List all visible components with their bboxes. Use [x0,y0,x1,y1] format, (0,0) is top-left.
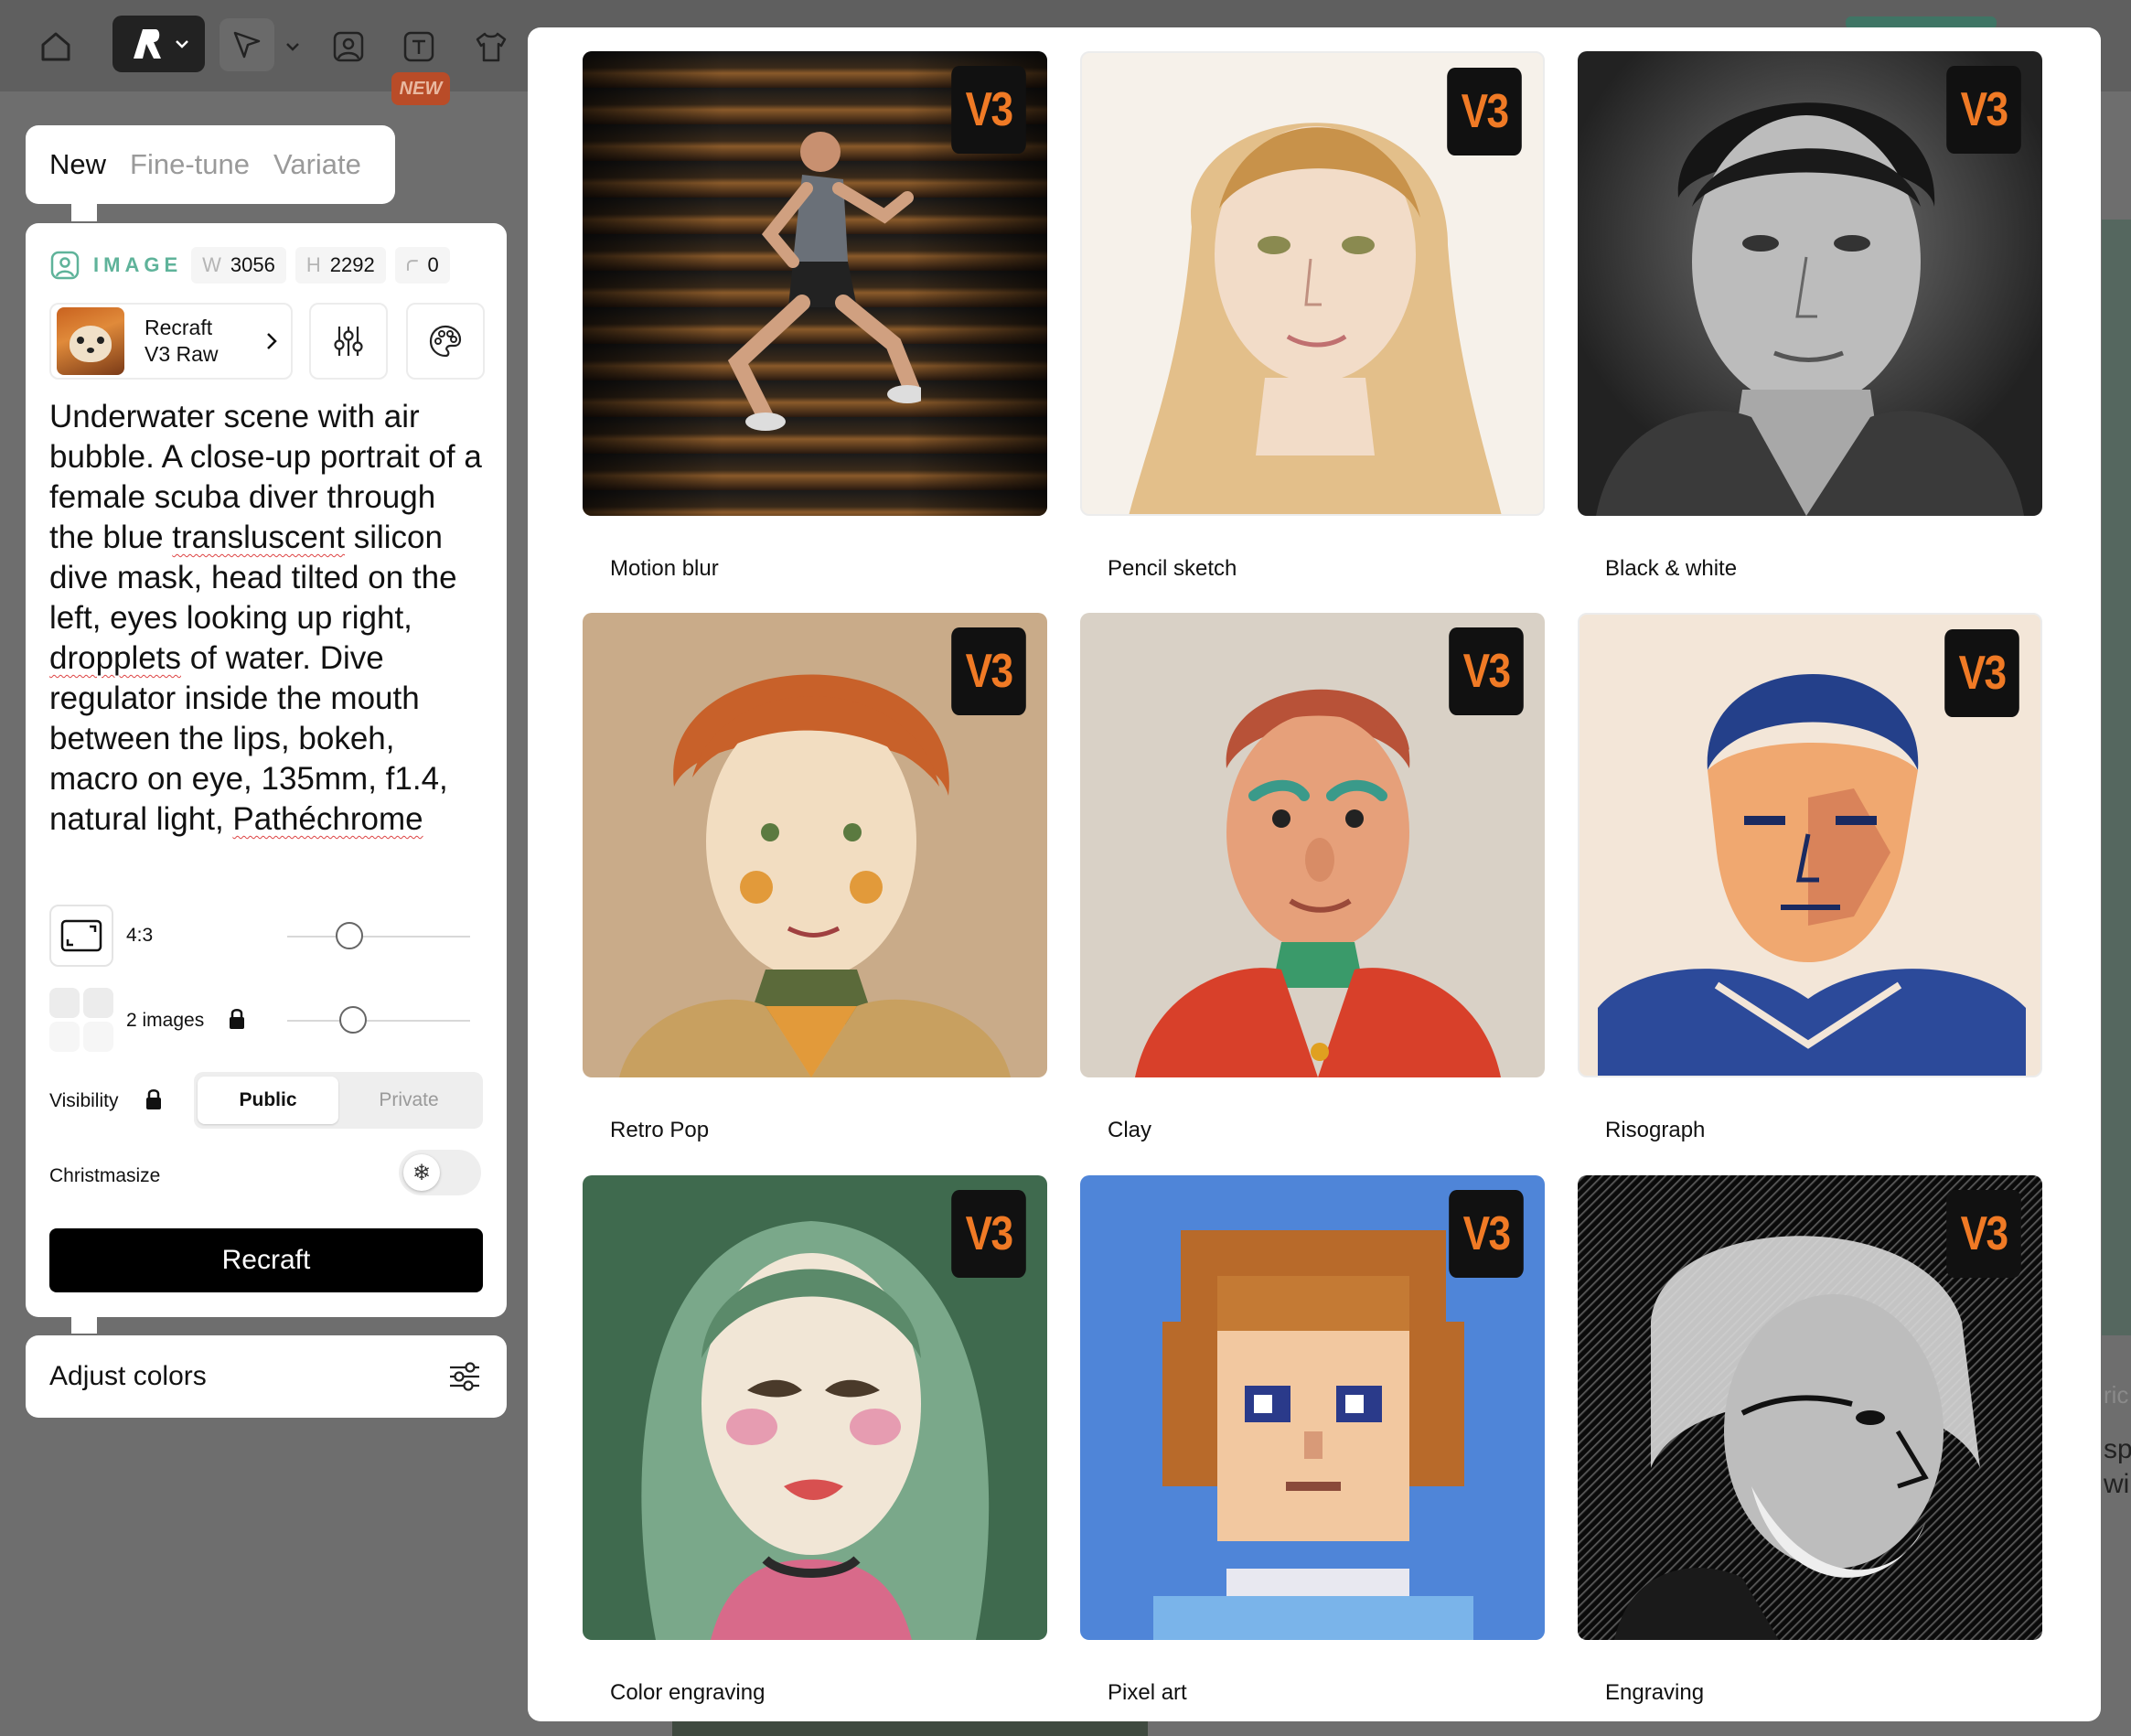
height-value: 2292 [329,253,375,276]
adjust-sliders-icon[interactable] [446,1358,483,1395]
model-name: Recraft V3 Raw [145,316,219,366]
text-image-icon[interactable] [392,20,445,73]
pixel-art-thumbnail: V3 [1080,1175,1545,1640]
panel-connector [71,1315,97,1334]
retro-pop-thumbnail: V3 [583,613,1047,1077]
v3-badge: V3 [951,1190,1026,1278]
red-panda-avatar [57,307,124,375]
snowflake-icon: ❄ [403,1154,440,1191]
background-text: ric [2104,1381,2129,1409]
recraft-logo-icon [133,29,161,59]
sliders-icon [334,327,363,356]
image-type-label: IMAGE [93,253,183,276]
image-icon[interactable] [322,20,375,73]
tab-fine-tune[interactable]: Fine-tune [130,148,250,181]
chevron-down-icon [175,40,188,48]
prompt-input[interactable]: Underwater scene with air bubble. A clos… [49,397,488,840]
image-icon [50,251,80,280]
style-label: Pixel art [1108,1680,1187,1705]
tab-new[interactable]: New [49,148,106,181]
style-label: Motion blur [610,556,719,581]
style-label: Black & white [1605,556,1738,581]
color-palette-button[interactable] [406,303,485,380]
background-text: sp [2104,1434,2131,1464]
images-count-slider[interactable] [287,1020,470,1022]
chevron-right-icon [267,333,277,349]
style-label: Engraving [1605,1680,1705,1705]
adjust-colors-label: Adjust colors [49,1361,207,1391]
color-engraving-thumbnail: V3 [583,1175,1047,1640]
v3-badge: V3 [951,66,1026,154]
images-count-label: 2 images [126,1010,205,1031]
lock-icon [230,1009,244,1029]
aspect-ratio-slider[interactable] [287,936,470,938]
background-text: wi [2104,1469,2130,1499]
visibility-public-option[interactable]: Public [198,1077,338,1124]
images-count-slider-handle[interactable] [339,1006,367,1034]
style-label: Clay [1108,1118,1152,1142]
clay-thumbnail: V3 [1080,613,1545,1077]
recraft-logo-button[interactable] [112,16,205,72]
aspect-ratio-label: 4:3 [126,925,154,946]
style-label: Color engraving [610,1680,766,1705]
corner-radius-field[interactable]: 0 [394,247,450,284]
black-white-thumbnail: V3 [1578,51,2042,516]
v3-badge: V3 [1946,1190,2021,1278]
background-image-strip [672,1721,1148,1736]
risograph-thumbnail: V3 [1578,613,2042,1077]
settings-sliders-button[interactable] [309,303,388,380]
corner-radius-value: 0 [427,253,439,276]
image-settings-row: IMAGE W 3056 H 2292 0 [49,247,450,284]
width-field[interactable]: W 3056 [191,247,286,284]
style-label: Retro Pop [610,1118,710,1142]
pencil-sketch-thumbnail: V3 [1080,51,1545,516]
engraving-thumbnail: V3 [1578,1175,2042,1640]
aspect-ratio-slider-handle[interactable] [336,922,363,949]
select-arrow-icon [233,31,261,59]
generation-panel: IMAGE W 3056 H 2292 0 Recraft V3 Raw Und… [26,223,507,1317]
image-count-icon [49,988,113,1052]
height-field[interactable]: H 2292 [294,247,386,284]
aspect-ratio-button[interactable] [49,905,113,967]
style-label: Pencil sketch [1108,556,1237,581]
v3-badge: V3 [1449,1190,1524,1278]
select-tool-button[interactable] [220,18,274,71]
adjust-colors-panel[interactable]: Adjust colors [26,1335,507,1418]
model-selector[interactable]: Recraft V3 Raw [49,303,293,380]
home-icon[interactable] [29,20,82,73]
style-gallery: V3 Motion blur V3 Pencil sketch V3 Black… [528,27,2101,1721]
tshirt-icon[interactable] [465,20,518,73]
aspect-ratio-icon [60,919,102,952]
corner-radius-icon [406,260,418,271]
tab-variate[interactable]: Variate [273,148,361,181]
v3-badge: V3 [1449,627,1524,715]
new-badge: NEW [391,72,450,105]
palette-icon [429,325,462,358]
style-label: Risograph [1605,1118,1706,1142]
lock-icon [146,1089,161,1109]
visibility-toggle: Public Private [194,1072,483,1129]
visibility-label: Visibility [49,1090,119,1111]
v3-badge: V3 [951,627,1026,715]
v3-badge: V3 [1944,629,2019,717]
mode-tabs: New Fine-tune Variate [26,125,395,204]
background-canvas [2102,220,2131,1335]
christmasize-toggle[interactable]: ❄ [399,1150,481,1195]
motion-blur-thumbnail: V3 [583,51,1047,516]
recraft-button[interactable]: Recraft [49,1228,483,1292]
v3-badge: V3 [1447,68,1522,155]
christmasize-label: Christmasize [49,1165,161,1186]
select-dropdown-chevron-icon[interactable] [274,20,311,73]
v3-badge: V3 [1946,66,2021,154]
width-value: 3056 [230,253,275,276]
panel-connector [71,203,97,221]
visibility-private-option[interactable]: Private [338,1077,479,1124]
